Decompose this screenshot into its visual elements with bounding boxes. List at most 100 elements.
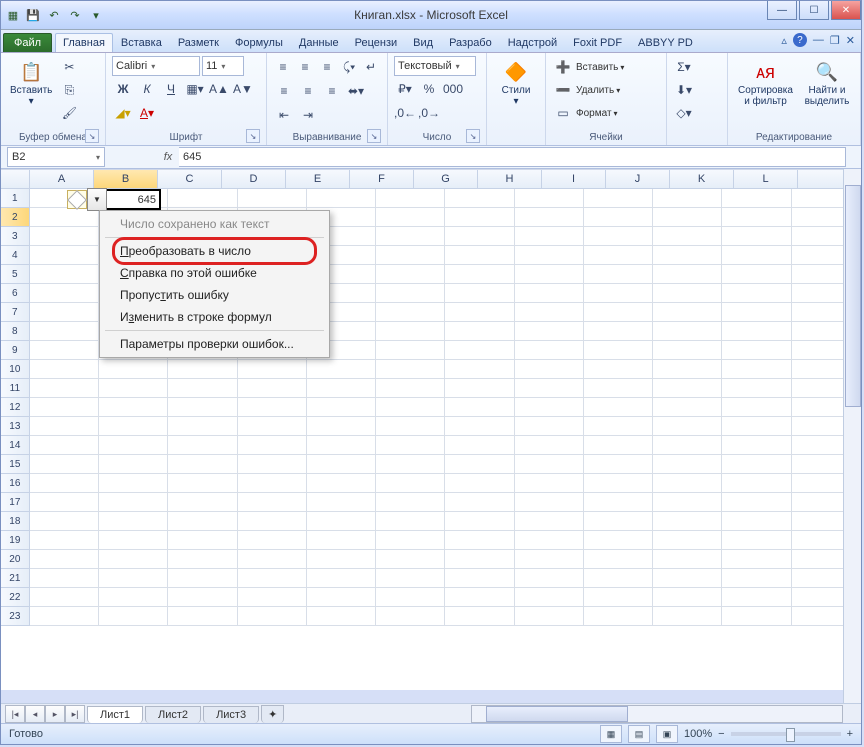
increase-font-icon[interactable]: A▲ [208, 78, 230, 100]
cell[interactable] [515, 208, 584, 227]
cell[interactable] [168, 550, 237, 569]
cell[interactable] [653, 588, 722, 607]
column-header[interactable]: F [350, 170, 414, 188]
row-header[interactable]: 11 [1, 379, 30, 398]
cell[interactable] [653, 493, 722, 512]
row-header[interactable]: 4 [1, 246, 30, 265]
column-header[interactable]: H [478, 170, 542, 188]
qat-undo-icon[interactable]: ↶ [45, 6, 63, 24]
underline-icon[interactable]: Ч [160, 78, 182, 100]
percent-icon[interactable]: % [418, 78, 440, 100]
clipboard-launcher[interactable]: ↘ [85, 129, 99, 143]
cell[interactable] [515, 303, 584, 322]
zoom-in-button[interactable]: + [847, 728, 853, 740]
cell[interactable] [376, 417, 445, 436]
menu-edit-formula-bar[interactable]: Изменить в строке формул [102, 306, 327, 328]
cell[interactable] [376, 189, 445, 208]
row-header[interactable]: 13 [1, 417, 30, 436]
align-middle-icon[interactable]: ≡ [295, 56, 315, 78]
doc-close-icon[interactable]: ✕ [846, 34, 855, 47]
cell[interactable] [307, 360, 376, 379]
cell[interactable] [445, 379, 514, 398]
cell[interactable] [584, 208, 653, 227]
fx-icon[interactable]: fx [157, 151, 179, 163]
cell[interactable] [515, 607, 584, 626]
new-sheet-button[interactable]: ✦ [261, 705, 284, 723]
column-header[interactable]: I [542, 170, 606, 188]
cell[interactable] [653, 512, 722, 531]
cell[interactable] [653, 379, 722, 398]
cells-format-button[interactable]: ▭Формат▾ [552, 102, 660, 124]
decrease-decimal-icon[interactable]: ,0→ [418, 102, 440, 124]
error-dropdown-button[interactable]: ▼ [87, 188, 107, 211]
cell[interactable] [445, 322, 514, 341]
column-header[interactable]: D [222, 170, 286, 188]
decrease-font-icon[interactable]: A▼ [232, 78, 254, 100]
cell[interactable] [168, 531, 237, 550]
cell[interactable] [168, 493, 237, 512]
formula-input[interactable]: 645 [179, 147, 846, 167]
menu-skip-error[interactable]: Пропустить ошибку [102, 284, 327, 306]
cell[interactable] [445, 569, 514, 588]
row-header[interactable]: 20 [1, 550, 30, 569]
cell[interactable] [376, 208, 445, 227]
cell[interactable] [722, 322, 791, 341]
align-left-icon[interactable]: ≡ [273, 80, 295, 102]
cell[interactable] [722, 474, 791, 493]
cell[interactable] [168, 417, 237, 436]
cell[interactable] [168, 379, 237, 398]
cell[interactable] [238, 474, 307, 493]
cell[interactable] [653, 322, 722, 341]
cell[interactable] [722, 436, 791, 455]
cell[interactable] [584, 550, 653, 569]
styles-button[interactable]: 🔶 Стили▾ [493, 56, 539, 110]
clear-icon[interactable]: ◇▾ [673, 102, 695, 124]
cell[interactable] [30, 322, 99, 341]
cell[interactable] [515, 550, 584, 569]
cell[interactable] [584, 398, 653, 417]
cell[interactable] [307, 398, 376, 417]
cell[interactable] [515, 436, 584, 455]
cell[interactable] [307, 512, 376, 531]
column-header[interactable]: K [670, 170, 734, 188]
row-header[interactable]: 14 [1, 436, 30, 455]
cell[interactable] [584, 474, 653, 493]
cell[interactable] [445, 531, 514, 550]
cell[interactable] [30, 227, 99, 246]
cell[interactable] [653, 550, 722, 569]
cell[interactable] [653, 436, 722, 455]
cell[interactable] [445, 417, 514, 436]
qat-customize-icon[interactable]: ▾ [87, 6, 105, 24]
cell[interactable] [584, 493, 653, 512]
cell[interactable] [722, 417, 791, 436]
font-name-combo[interactable]: Calibri▾ [112, 56, 200, 76]
cell[interactable] [445, 474, 514, 493]
cell[interactable] [445, 208, 514, 227]
cell[interactable] [515, 189, 584, 208]
row-header[interactable]: 21 [1, 569, 30, 588]
cell[interactable] [238, 569, 307, 588]
cell[interactable] [722, 284, 791, 303]
sheet-nav-prev[interactable]: ◂ [25, 705, 45, 723]
cell[interactable] [30, 550, 99, 569]
sheet-nav-next[interactable]: ▸ [45, 705, 65, 723]
menu-convert-to-number[interactable]: Преобразовать в число [102, 240, 327, 262]
cell[interactable] [307, 607, 376, 626]
cell[interactable] [584, 531, 653, 550]
cell[interactable] [30, 531, 99, 550]
cell[interactable] [515, 265, 584, 284]
cell[interactable] [30, 360, 99, 379]
cell[interactable] [376, 379, 445, 398]
cell[interactable] [238, 436, 307, 455]
cell[interactable] [445, 588, 514, 607]
qat-redo-icon[interactable]: ↷ [66, 6, 84, 24]
autosum-icon[interactable]: Σ▾ [673, 56, 695, 78]
name-box[interactable]: B2▾ [7, 147, 105, 167]
tab-foxit[interactable]: Foxit PDF [565, 33, 630, 52]
cell[interactable] [653, 474, 722, 493]
cell[interactable] [307, 493, 376, 512]
format-painter-icon[interactable]: 🖌 [58, 102, 80, 124]
cell[interactable] [99, 417, 168, 436]
tab-insert[interactable]: Вставка [113, 33, 170, 52]
cell[interactable] [445, 436, 514, 455]
